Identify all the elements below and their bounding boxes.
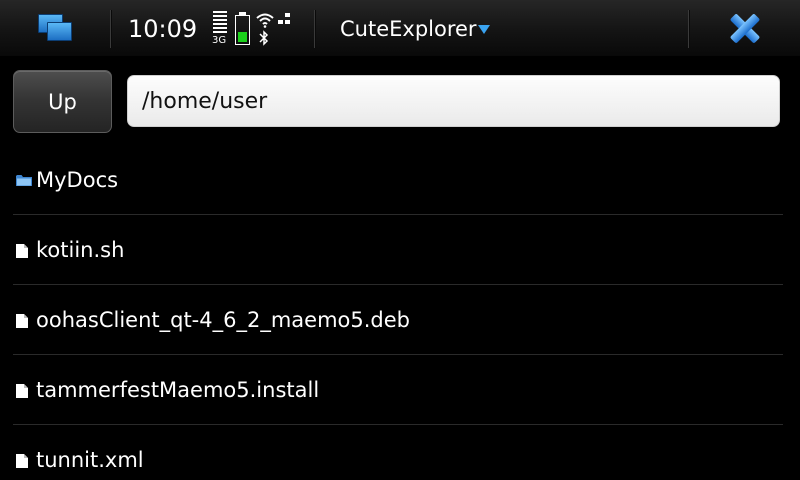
file-icon — [16, 454, 28, 468]
path-input[interactable] — [127, 75, 780, 127]
up-button[interactable]: Up — [13, 70, 112, 133]
file-name: tunnit.xml — [36, 448, 144, 472]
network-type-label: 3G — [212, 35, 227, 46]
battery-icon — [235, 12, 250, 45]
list-item[interactable]: tunnit.xml — [13, 425, 783, 480]
bluetooth-icon — [259, 30, 269, 46]
wifi-icon — [256, 13, 274, 28]
list-item[interactable]: oohasClient_qt-4_6_2_maemo5.deb — [13, 285, 783, 355]
file-name: kotiin.sh — [36, 238, 125, 262]
clock[interactable]: 10:09 — [128, 15, 197, 43]
file-icon — [16, 314, 28, 328]
file-name: oohasClient_qt-4_6_2_maemo5.deb — [36, 308, 411, 332]
divider — [110, 10, 112, 48]
task-switcher-icon[interactable] — [38, 14, 76, 44]
file-icon — [16, 244, 28, 258]
connection-icon — [278, 13, 292, 25]
screen: 10:09 3G CuteExplorer Up /home/user MyDo… — [0, 0, 800, 480]
close-button[interactable] — [722, 8, 766, 50]
file-name: MyDocs — [36, 168, 119, 192]
status-bar: 10:09 3G CuteExplorer — [0, 0, 800, 56]
file-list: MyDocs kotiin.sh oohasClient_qt-4_6_2_ma… — [13, 145, 783, 480]
app-title[interactable]: CuteExplorer — [340, 15, 477, 43]
file-icon — [16, 384, 28, 398]
list-item[interactable]: kotiin.sh — [13, 215, 783, 285]
file-name: tammerfestMaemo5.install — [36, 378, 320, 402]
divider — [314, 10, 316, 48]
list-item[interactable]: tammerfestMaemo5.install — [13, 355, 783, 425]
battery-level-fill — [238, 32, 247, 42]
folder-icon — [16, 175, 32, 186]
list-item[interactable]: MyDocs — [13, 145, 783, 215]
divider — [688, 10, 690, 48]
menu-arrow-icon[interactable] — [478, 25, 490, 34]
